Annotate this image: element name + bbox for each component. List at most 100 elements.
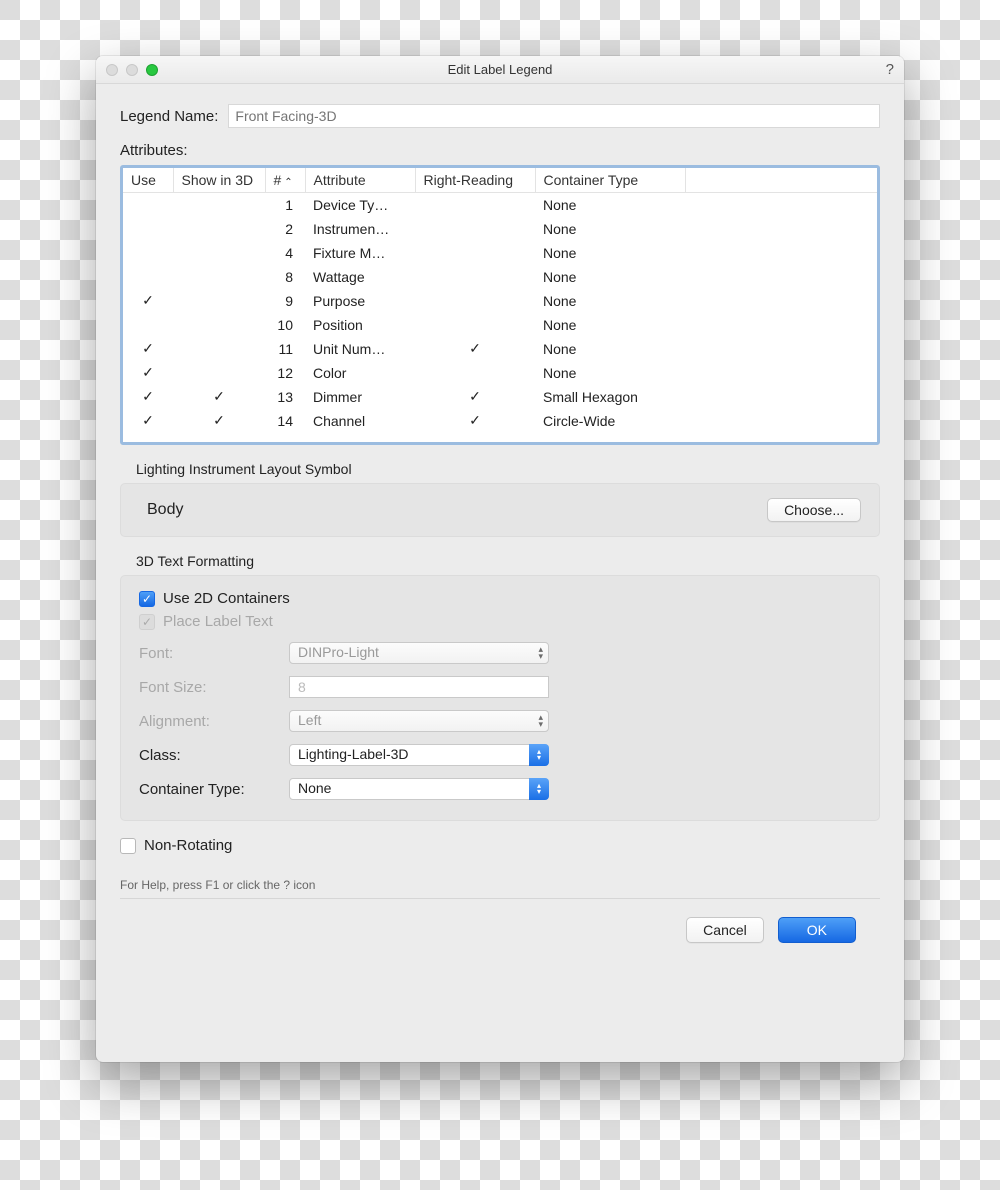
help-icon[interactable]: ?	[886, 61, 894, 78]
attr-cell: Instrumen…	[305, 217, 415, 241]
show3d-cell[interactable]	[173, 313, 265, 337]
col-number[interactable]: #⌃	[265, 168, 305, 193]
use-cell[interactable]	[123, 241, 173, 265]
table-row[interactable]: 2Instrumen…None	[123, 217, 877, 241]
col-right-reading[interactable]: Right-Reading	[415, 168, 535, 193]
font-label: Font:	[139, 645, 289, 662]
num-cell: 9	[265, 289, 305, 313]
chevron-updown-icon: ▴▾	[529, 744, 549, 766]
show3d-cell[interactable]: ✓	[173, 409, 265, 433]
show3d-cell[interactable]	[173, 241, 265, 265]
window-title: Edit Label Legend	[96, 62, 904, 77]
num-cell: 11	[265, 337, 305, 361]
use-cell[interactable]: ✓	[123, 409, 173, 433]
rr-cell[interactable]: ✓	[415, 385, 535, 409]
use-cell[interactable]	[123, 217, 173, 241]
rr-cell[interactable]	[415, 361, 535, 385]
legend-name-input[interactable]	[228, 104, 880, 128]
attr-cell: Dimmer	[305, 385, 415, 409]
col-show3d[interactable]: Show in 3D	[173, 168, 265, 193]
sort-asc-icon: ⌃	[284, 177, 292, 188]
table-row[interactable]: ✓11Unit Num…✓None	[123, 337, 877, 361]
table-row[interactable]: ✓12ColorNone	[123, 361, 877, 385]
show3d-cell[interactable]	[173, 265, 265, 289]
table-row[interactable]: 4Fixture M… None	[123, 241, 877, 265]
col-container-type[interactable]: Container Type	[535, 168, 685, 193]
col-spacer	[685, 168, 877, 193]
alignment-label: Alignment:	[139, 713, 289, 730]
place-label-checkbox: ✓ Place Label Text	[139, 613, 861, 630]
minimize-icon[interactable]	[126, 64, 138, 76]
rr-cell[interactable]: ✓	[415, 337, 535, 361]
show3d-cell[interactable]	[173, 289, 265, 313]
alignment-select[interactable]: Left	[289, 710, 549, 732]
col-attribute[interactable]: Attribute	[305, 168, 415, 193]
table-row[interactable]: 10PositionNone	[123, 313, 877, 337]
container-type-select[interactable]: None	[289, 778, 549, 800]
ct-cell: Circle-Wide	[535, 409, 685, 433]
use-cell[interactable]	[123, 265, 173, 289]
use-cell[interactable]: ✓	[123, 337, 173, 361]
close-icon[interactable]	[106, 64, 118, 76]
checkbox-unchecked-icon	[120, 838, 136, 854]
use-cell[interactable]: ✓	[123, 289, 173, 313]
class-label: Class:	[139, 747, 289, 764]
num-cell: 4	[265, 241, 305, 265]
table-row[interactable]: ✓✓14Channel✓Circle-Wide	[123, 409, 877, 433]
rr-cell[interactable]	[415, 217, 535, 241]
show3d-cell[interactable]	[173, 337, 265, 361]
show3d-cell[interactable]	[173, 217, 265, 241]
rr-cell[interactable]: ✓	[415, 409, 535, 433]
ct-cell: None	[535, 337, 685, 361]
col-use[interactable]: Use	[123, 168, 173, 193]
table-row[interactable]: 1Device Ty…None	[123, 193, 877, 217]
tdf-group-title: 3D Text Formatting	[120, 553, 880, 575]
ct-cell: None	[535, 217, 685, 241]
use-cell[interactable]: ✓	[123, 385, 173, 409]
ok-button[interactable]: OK	[778, 917, 856, 943]
use-cell[interactable]	[123, 313, 173, 337]
attributes-table[interactable]: Use Show in 3D #⌃ Attribute Right-Readin…	[120, 165, 880, 445]
choose-button[interactable]: Choose...	[767, 498, 861, 522]
num-cell: 13	[265, 385, 305, 409]
rr-cell[interactable]	[415, 241, 535, 265]
show3d-cell[interactable]	[173, 361, 265, 385]
table-row[interactable]: 8WattageNone	[123, 265, 877, 289]
num-cell: 10	[265, 313, 305, 337]
show3d-cell[interactable]	[173, 193, 265, 217]
symbol-group-title: Lighting Instrument Layout Symbol	[120, 461, 880, 483]
rr-cell[interactable]	[415, 265, 535, 289]
ct-cell: None	[535, 289, 685, 313]
ct-cell: None	[535, 265, 685, 289]
non-rotating-checkbox[interactable]: Non-Rotating	[120, 837, 880, 854]
window-controls	[106, 64, 158, 76]
table-row[interactable]: ✓9PurposeNone	[123, 289, 877, 313]
help-text: For Help, press F1 or click the ? icon	[120, 878, 880, 892]
symbol-body-label: Body	[147, 501, 183, 519]
attr-cell: Fixture M…	[305, 241, 415, 265]
font-size-label: Font Size:	[139, 679, 289, 696]
use-cell[interactable]: ✓	[123, 361, 173, 385]
attr-cell: Device Ty…	[305, 193, 415, 217]
font-size-input[interactable]	[289, 676, 549, 698]
ct-cell: None	[535, 193, 685, 217]
zoom-icon[interactable]	[146, 64, 158, 76]
checkbox-checked-icon: ✓	[139, 591, 155, 607]
class-select[interactable]: Lighting-Label-3D	[289, 744, 549, 766]
cancel-button[interactable]: Cancel	[686, 917, 764, 943]
edit-label-legend-dialog: Edit Label Legend ? Legend Name: Attribu…	[96, 56, 904, 1062]
use-cell[interactable]	[123, 193, 173, 217]
legend-name-label: Legend Name:	[120, 108, 218, 125]
rr-cell[interactable]	[415, 193, 535, 217]
num-cell: 8	[265, 265, 305, 289]
attr-cell: Color	[305, 361, 415, 385]
attr-cell: Channel	[305, 409, 415, 433]
use-2d-checkbox[interactable]: ✓ Use 2D Containers	[139, 590, 861, 607]
table-row[interactable]: ✓✓13Dimmer✓Small Hexagon	[123, 385, 877, 409]
ct-cell: None	[535, 241, 685, 265]
show3d-cell[interactable]: ✓	[173, 385, 265, 409]
font-select[interactable]: DINPro-Light	[289, 642, 549, 664]
checkbox-checked-disabled-icon: ✓	[139, 614, 155, 630]
rr-cell[interactable]	[415, 313, 535, 337]
rr-cell[interactable]	[415, 289, 535, 313]
